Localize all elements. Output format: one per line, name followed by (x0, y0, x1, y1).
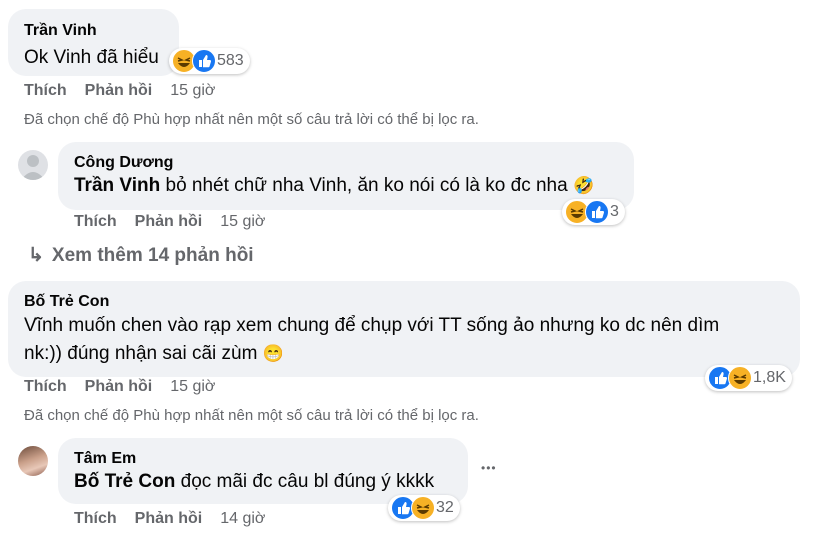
default-avatar-icon (21, 155, 45, 180)
reaction-summary[interactable]: 1,8K (705, 365, 792, 391)
filter-notice: Đã chọn chế độ Phù hợp nhất nên một số c… (24, 111, 479, 128)
like-button[interactable]: Thích (74, 510, 117, 527)
avatar[interactable] (18, 150, 48, 180)
grin-emoji: 😁 (262, 344, 284, 363)
comment-timestamp[interactable]: 14 giờ (220, 510, 265, 527)
comment-timestamp[interactable]: 15 giờ (220, 213, 265, 230)
comment-actions: Thích Phản hồi 15 giờ (74, 213, 283, 231)
comment-author[interactable]: Bố Trẻ Con (24, 293, 109, 311)
comment-author[interactable]: Tâm Em (74, 450, 136, 468)
reply-button[interactable]: Phản hồi (85, 378, 153, 395)
reaction-count: 32 (436, 499, 454, 516)
comment-timestamp[interactable]: 15 giờ (170, 378, 215, 395)
comment-body-line-1: Vĩnh muốn chen vào rạp xem chung để chụp… (24, 315, 720, 336)
view-more-replies-link[interactable]: ↳ Xem thêm 14 phản hồi (28, 244, 254, 267)
haha-reaction-icon (728, 366, 752, 390)
comment-actions: Thích Phản hồi 15 giờ (24, 82, 233, 100)
reply-button[interactable]: Phản hồi (85, 82, 153, 99)
like-reaction-icon (585, 200, 609, 224)
comment-text: Ok Vinh đã hiểu (24, 47, 159, 68)
comment-actions: Thích Phản hồi 14 giờ (74, 510, 283, 528)
comment-text: Bố Trẻ Con đọc mãi đc câu bl đúng ý kkkk (74, 467, 434, 497)
more-options-button[interactable]: ••• (481, 461, 497, 475)
filter-notice: Đã chọn chế độ Phù hợp nhất nên một số c… (24, 407, 479, 424)
comment-text: nk:)) đúng nhận sai cãi zùm 😁 (24, 339, 284, 369)
reply-button[interactable]: Phản hồi (135, 213, 203, 230)
comment-author[interactable]: Công Dương (74, 154, 173, 172)
view-more-label: Xem thêm 14 phản hồi (51, 245, 254, 266)
like-reaction-icon (192, 49, 216, 73)
comment-timestamp[interactable]: 15 giờ (170, 82, 215, 99)
haha-reaction-icon (411, 496, 435, 520)
reaction-summary[interactable]: 32 (388, 495, 460, 521)
reply-button[interactable]: Phản hồi (135, 510, 203, 527)
mention-link[interactable]: Trần Vinh (74, 175, 160, 196)
like-button[interactable]: Thích (74, 213, 117, 230)
avatar[interactable] (18, 446, 48, 476)
comment-text: Trần Vinh bỏ nhét chữ nha Vinh, ăn ko nó… (74, 171, 594, 201)
comment-body: bỏ nhét chữ nha Vinh, ăn ko nói có là ko… (160, 175, 568, 196)
reaction-count: 1,8K (753, 369, 786, 386)
like-button[interactable]: Thích (24, 378, 67, 395)
comment-text: Vĩnh muốn chen vào rạp xem chung để chụp… (24, 311, 719, 341)
reaction-summary[interactable]: 583 (169, 48, 250, 74)
comment-actions: Thích Phản hồi 15 giờ (24, 378, 233, 396)
reaction-count: 3 (610, 203, 619, 220)
rofl-emoji: 🤣 (572, 176, 595, 195)
comment-body-line-2: nk:)) đúng nhận sai cãi zùm (24, 343, 258, 364)
reply-arrow-icon: ↳ (28, 245, 44, 266)
comment-author[interactable]: Trần Vinh (24, 22, 97, 40)
comment-body: đọc mãi đc câu bl đúng ý kkkk (175, 471, 435, 492)
reaction-summary[interactable]: 3 (562, 199, 625, 225)
mention-link[interactable]: Bố Trẻ Con (74, 471, 175, 492)
like-button[interactable]: Thích (24, 82, 67, 99)
reaction-count: 583 (217, 52, 244, 69)
